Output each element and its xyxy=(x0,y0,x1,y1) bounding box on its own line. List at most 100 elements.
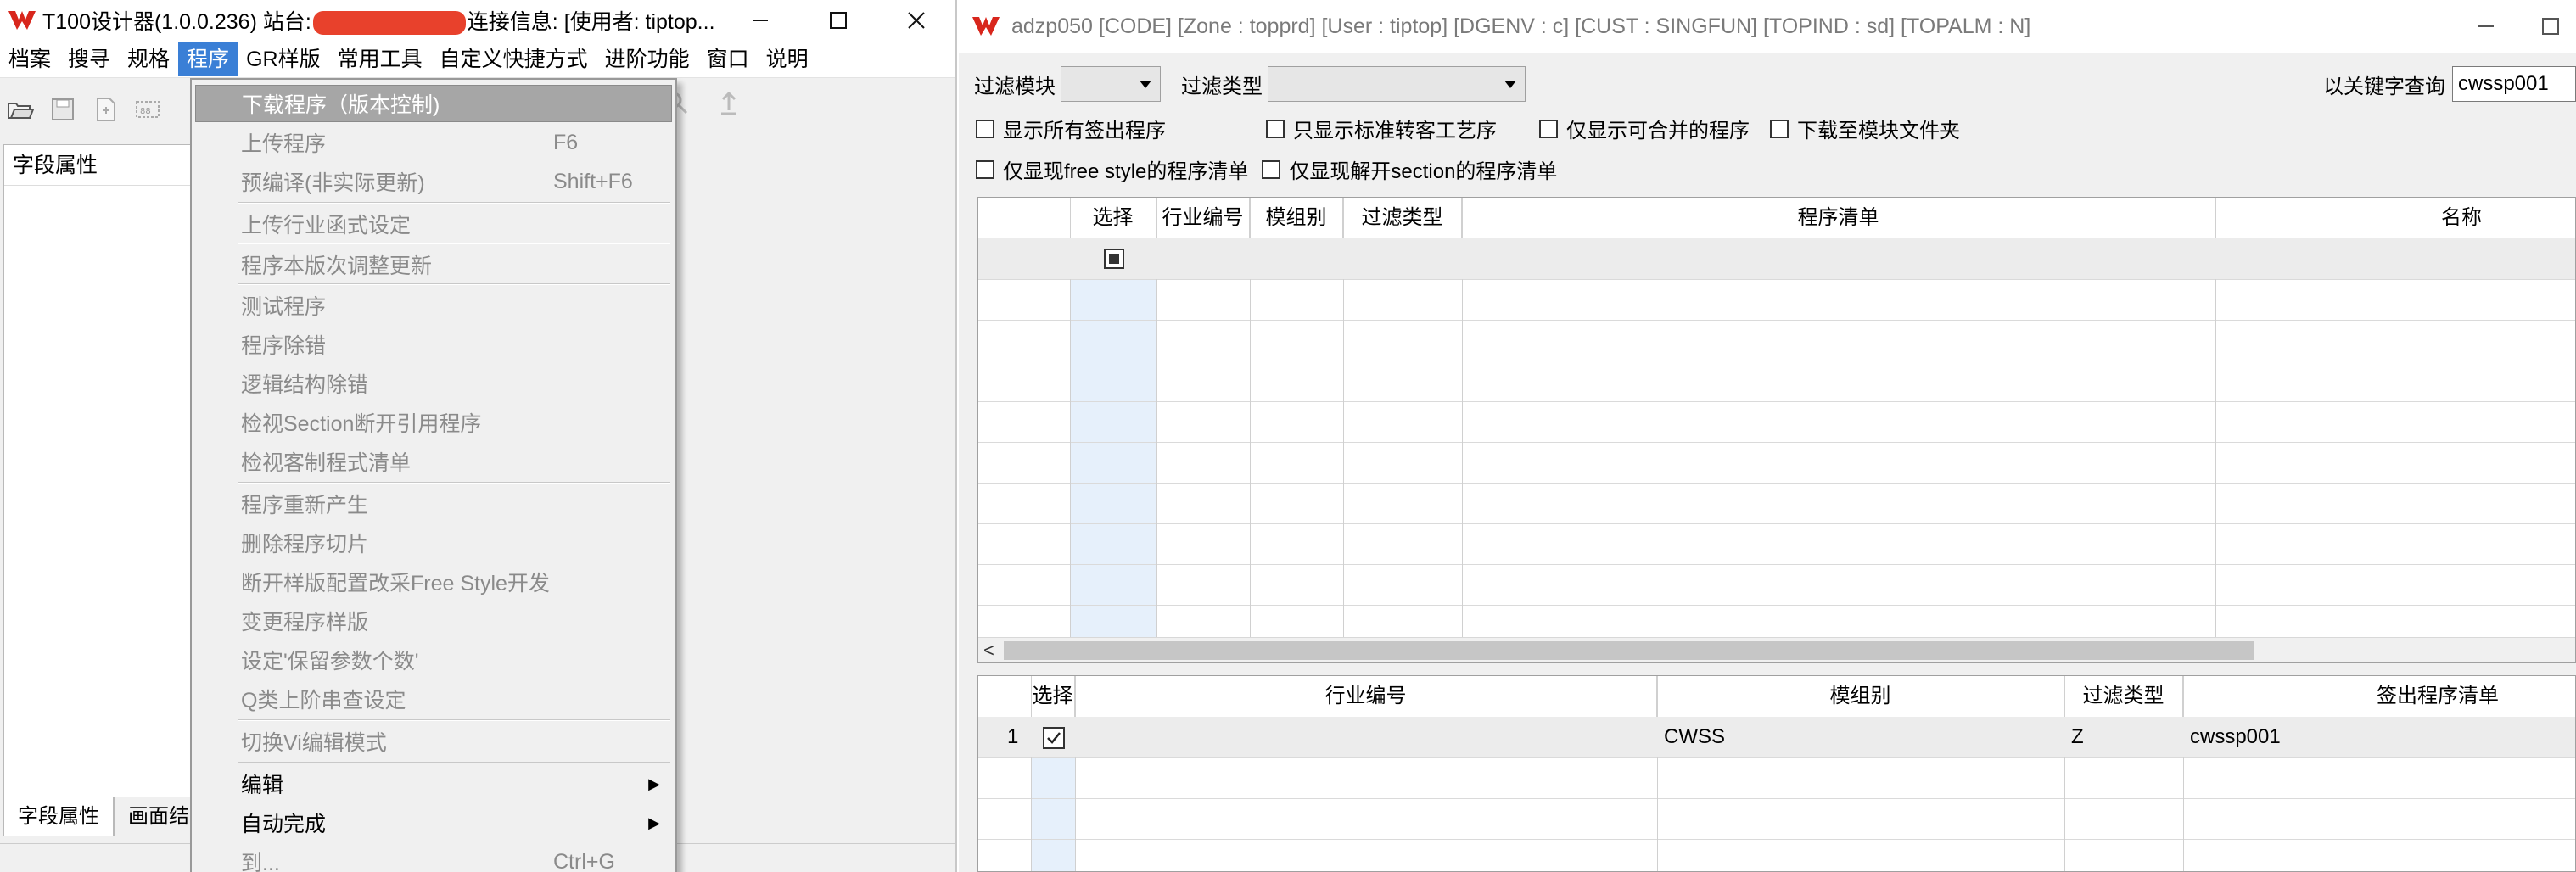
row-select-checkbox[interactable] xyxy=(1043,727,1065,749)
menu-custom-shortcuts[interactable]: 自定义快捷方式 xyxy=(431,42,596,76)
std-to-custom-checkbox[interactable] xyxy=(1266,119,1285,138)
maximize-button[interactable] xyxy=(2525,0,2576,53)
minimize-button[interactable] xyxy=(2447,0,2525,53)
menu-separator xyxy=(238,283,670,285)
row-module: CWSS xyxy=(1664,725,1725,748)
free-style-only-checkbox[interactable] xyxy=(976,159,994,179)
tab-field-properties[interactable]: 字段属性 xyxy=(3,797,114,836)
open-folder-icon xyxy=(8,103,35,119)
select-all-checkbox[interactable] xyxy=(1104,249,1124,269)
col-industry[interactable]: 行业编号 xyxy=(1156,198,1250,238)
menu-delete-slice[interactable]: 删除程序切片 xyxy=(192,524,675,562)
submenu-arrow-icon: ▶ xyxy=(648,774,660,792)
keyword-input[interactable]: cwssp001 xyxy=(2452,66,2576,102)
checkbox-label: 仅显现解开section的程序清单 xyxy=(1289,160,1558,183)
filter-type-label: 过滤类型 xyxy=(1181,75,1263,98)
save-icon xyxy=(52,98,74,120)
menu-search[interactable]: 搜寻 xyxy=(59,42,119,76)
menu-download-program[interactable]: 下载程序（版本控制) xyxy=(195,85,672,122)
mergeable-checkbox[interactable] xyxy=(1539,119,1558,138)
col-filter-type[interactable]: 过滤类型 xyxy=(2064,676,2183,717)
menu-separator xyxy=(238,202,670,204)
col-module[interactable]: 模组别 xyxy=(1657,676,2064,717)
unlinked-section-checkbox[interactable] xyxy=(1262,159,1281,179)
program-list-grid: 选择 行业编号 模组别 过滤类型 程序清单 名称 < xyxy=(977,197,2576,663)
checkbox-label: 显示所有签出程序 xyxy=(1003,120,1166,143)
menu-help[interactable]: 说明 xyxy=(758,42,817,76)
col-select[interactable]: 选择 xyxy=(1070,198,1156,238)
menu-file[interactable]: 档案 xyxy=(0,42,59,76)
col-checkedout-list[interactable]: 签出程序清单 xyxy=(2183,676,2575,717)
menu-item-label: 程序除错 xyxy=(241,334,327,358)
horizontal-scrollbar[interactable]: < xyxy=(978,637,2575,662)
select-column-bg xyxy=(1070,238,1156,639)
menu-common-tools[interactable]: 常用工具 xyxy=(329,42,431,76)
menu-q-query-setting[interactable]: Q类上阶串查设定 xyxy=(192,680,675,718)
menu-free-style[interactable]: 断开样版配置改采Free Style开发 xyxy=(192,563,675,601)
menu-goto[interactable]: 到... Ctrl+G xyxy=(192,843,675,872)
menu-gr-template[interactable]: GR样版 xyxy=(238,42,329,76)
panel-header: 字段属性 xyxy=(4,145,191,186)
menu-version-adjust[interactable]: 程序本版次调整更新 xyxy=(192,246,675,283)
adzp050-window-controls xyxy=(2447,0,2576,53)
menu-shortcut: Ctrl+G xyxy=(553,849,615,872)
filter-type-select[interactable] xyxy=(1268,66,1526,102)
title-prefix: T100设计器(1.0.0.236) 站台: xyxy=(42,10,311,34)
download-to-module-checkbox[interactable] xyxy=(1770,119,1789,138)
menu-item-label: 程序重新产生 xyxy=(241,494,369,517)
menu-edit-submenu[interactable]: 编辑 ▶ xyxy=(192,765,675,802)
filter-module-label: 过滤模块 xyxy=(974,75,1056,98)
menu-param-count[interactable]: 设定'保留参数个数' xyxy=(192,641,675,679)
filter-module-select[interactable] xyxy=(1061,66,1161,102)
adzp050-titlebar: adzp050 [CODE] [Zone : topprd] [User : t… xyxy=(959,0,2576,53)
menu-vi-mode[interactable]: 切换Vi编辑模式 xyxy=(192,723,675,760)
save-button[interactable] xyxy=(48,94,78,125)
minimize-button[interactable] xyxy=(721,0,799,41)
designer-titlebar: T100设计器(1.0.0.236) 站台: 连接信息: [使用者: tiptop… xyxy=(0,0,955,41)
scroll-left-icon[interactable]: < xyxy=(983,638,994,662)
maximize-button[interactable] xyxy=(799,0,877,41)
menu-test-program[interactable]: 测试程序 xyxy=(192,287,675,324)
adzp050-window: adzp050 [CODE] [Zone : topprd] [User : t… xyxy=(959,0,2576,872)
col-industry[interactable]: 行业编号 xyxy=(1075,676,1657,717)
col-program-list[interactable]: 程序清单 xyxy=(1462,198,2215,238)
col-name[interactable]: 名称 xyxy=(2215,198,2575,238)
new-file-button[interactable] xyxy=(90,94,120,125)
open-folder-button[interactable] xyxy=(5,94,36,125)
menu-upload-industry-func[interactable]: 上传行业函式设定 xyxy=(192,205,675,243)
menu-window[interactable]: 窗口 xyxy=(698,42,758,76)
show-checkedout-checkbox[interactable] xyxy=(976,119,994,138)
chevron-down-icon xyxy=(1504,81,1516,88)
grid-tool-button[interactable]: 88 xyxy=(132,94,163,125)
menu-item-label: 测试程序 xyxy=(241,295,327,319)
menu-item-label: 编辑 xyxy=(241,774,284,797)
menu-view-custom-list[interactable]: 检视客制程式清单 xyxy=(192,443,675,480)
menu-precompile[interactable]: 预编译(非实际更新) Shift+F6 xyxy=(192,163,675,200)
menu-advanced[interactable]: 进阶功能 xyxy=(596,42,698,76)
col-select[interactable]: 选择 xyxy=(1031,676,1075,717)
upload-icon[interactable] xyxy=(714,88,743,117)
redacted-site xyxy=(312,11,466,36)
close-button[interactable] xyxy=(877,0,955,41)
menu-regenerate[interactable]: 程序重新产生 xyxy=(192,485,675,523)
menu-spec[interactable]: 规格 xyxy=(119,42,178,76)
checkbox-label: 仅显现free style的程序清单 xyxy=(1003,160,1249,183)
menu-logic-debug[interactable]: 逻辑结构除错 xyxy=(192,365,675,402)
menu-autocomplete-submenu[interactable]: 自动完成 ▶ xyxy=(192,804,675,841)
menu-item-label: 变更程序样版 xyxy=(241,611,369,634)
menu-upload-program[interactable]: 上传程序 F6 xyxy=(192,124,675,161)
menu-program[interactable]: 程序 xyxy=(178,42,238,76)
designer-title: T100设计器(1.0.0.236) 站台: 连接信息: [使用者: tiptop… xyxy=(42,5,715,36)
menu-change-template[interactable]: 变更程序样版 xyxy=(192,602,675,640)
menu-view-section-refs[interactable]: 检视Section断开引用程序 xyxy=(192,404,675,441)
checkbox-row-2: 仅显现free style的程序清单 仅显现解开section的程序清单 xyxy=(976,154,1557,184)
filter-bar: 过滤模块 过滤类型 xyxy=(974,66,1526,102)
checkbox-row-1: 显示所有签出程序 只显示标准转客工艺序 仅显示可合并的程序 下载至模块文件夹 xyxy=(976,114,1960,143)
minimize-icon xyxy=(753,20,768,21)
col-module[interactable]: 模组别 xyxy=(1250,198,1343,238)
menu-debug-program[interactable]: 程序除错 xyxy=(192,326,675,363)
minimize-icon xyxy=(2478,25,2494,27)
col-filter-type[interactable]: 过滤类型 xyxy=(1343,198,1462,238)
table-row[interactable] xyxy=(978,717,2575,757)
scroll-thumb[interactable] xyxy=(1004,641,2254,660)
